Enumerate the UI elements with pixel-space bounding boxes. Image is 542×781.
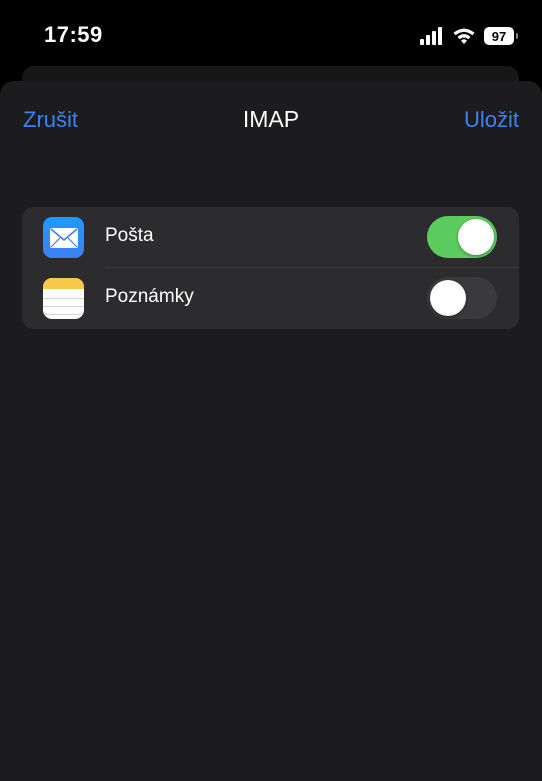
notes-icon-header	[43, 278, 84, 289]
signal-icon	[420, 27, 442, 45]
toggle-knob	[430, 280, 466, 316]
notes-toggle[interactable]	[427, 277, 497, 319]
list-item-notes: Poznámky	[22, 268, 519, 329]
notes-icon-line	[43, 314, 84, 315]
notes-icon-line	[43, 298, 84, 299]
page-title: IMAP	[242, 106, 300, 132]
services-list: Pošta Poznámky	[22, 207, 519, 329]
battery-icon: 97	[484, 27, 518, 45]
notes-icon-line	[43, 306, 84, 307]
notes-label: Poznámky	[105, 286, 194, 307]
envelope-icon	[49, 227, 78, 248]
toggle-knob	[458, 219, 494, 255]
status-icons: 97	[420, 25, 518, 47]
list-item-mail: Pošta	[22, 207, 519, 268]
imap-sheet: Zrušit IMAP Uložit Pošta Poznámky	[0, 81, 542, 781]
status-bar: 17:59 97	[0, 0, 542, 70]
navigation-bar: Zrušit IMAP Uložit	[0, 81, 542, 159]
battery-level: 97	[491, 28, 507, 44]
save-button[interactable]: Uložit	[464, 107, 519, 133]
notes-app-icon	[43, 278, 84, 319]
status-time: 17:59	[44, 22, 103, 47]
mail-label: Pošta	[105, 225, 154, 246]
mail-toggle[interactable]	[427, 216, 497, 258]
wifi-icon	[453, 28, 475, 44]
mail-app-icon	[43, 217, 84, 258]
